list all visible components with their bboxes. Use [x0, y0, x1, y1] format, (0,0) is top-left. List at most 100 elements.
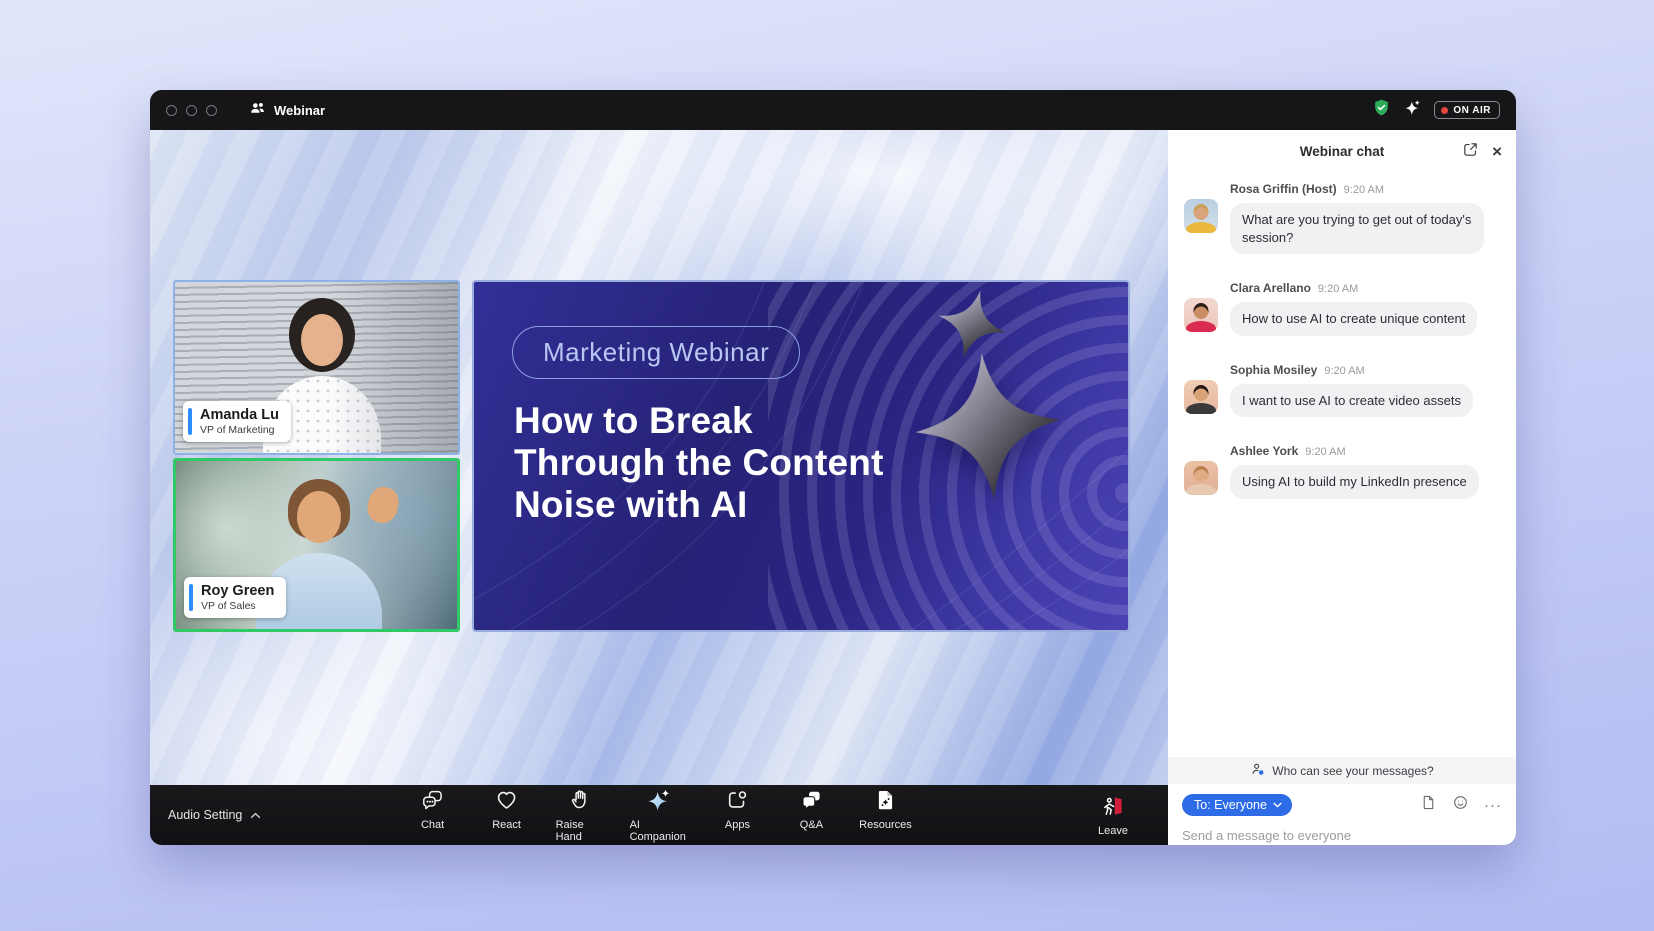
- message-time: 9:20 AM: [1305, 446, 1345, 458]
- apps-button[interactable]: Apps: [708, 786, 766, 845]
- video-stage: Amanda Lu VP of Marketing Roy Green VP o: [150, 130, 1168, 845]
- privacy-note-text: Who can see your messages?: [1272, 764, 1433, 778]
- ai-sparkle-icon[interactable]: [1404, 99, 1421, 121]
- webinar-window: Webinar ON AIR: [150, 90, 1516, 845]
- resources-label: Resources: [859, 819, 912, 831]
- desktop-background: Webinar ON AIR: [0, 0, 1654, 931]
- chat-icon: [421, 788, 445, 815]
- avatar-clara: [1184, 298, 1218, 332]
- message-input[interactable]: [1182, 816, 1502, 843]
- to-selector-label: To: Everyone: [1194, 798, 1267, 812]
- message-time: 9:20 AM: [1344, 184, 1384, 196]
- shared-presentation-slide: Marketing Webinar How to Break Through t…: [472, 280, 1130, 632]
- security-shield-icon[interactable]: [1372, 98, 1391, 122]
- raise-hand-label: Raise Hand: [556, 819, 606, 843]
- message-time: 9:20 AM: [1318, 283, 1358, 295]
- chat-label: Chat: [421, 819, 444, 831]
- chat-message: Sophia Mosiley 9:20 AM I want to use AI t…: [1184, 361, 1500, 418]
- chat-header-icons: ×: [1462, 130, 1502, 172]
- amanda-figure: [289, 298, 355, 372]
- apps-label: Apps: [725, 819, 750, 831]
- chat-message-list: Rosa Griffin (Host)9:20 AM What are you …: [1168, 172, 1516, 757]
- participant-video-roy-active[interactable]: Roy Green VP of Sales: [173, 458, 460, 632]
- popout-icon[interactable]: [1462, 141, 1479, 161]
- chat-message: Ashlee York 9:20 AM Using AI to build my …: [1184, 442, 1500, 499]
- to-everyone-selector[interactable]: To: Everyone: [1182, 794, 1292, 816]
- chat-message: Rosa Griffin (Host)9:20 AM What are you …: [1184, 180, 1500, 254]
- resources-button[interactable]: Resources: [856, 786, 914, 845]
- titlebar: Webinar ON AIR: [150, 90, 1516, 130]
- message-time: 9:20 AM: [1324, 365, 1364, 377]
- qa-label: Q&A: [800, 819, 823, 831]
- nameplate-roy: Roy Green VP of Sales: [184, 577, 286, 618]
- raise-hand-button[interactable]: Raise Hand: [552, 786, 610, 845]
- window-minimize-button[interactable]: [186, 105, 197, 116]
- sender-name: Ashlee York: [1230, 444, 1298, 458]
- window-content: Amanda Lu VP of Marketing Roy Green VP o: [150, 130, 1516, 845]
- privacy-person-icon: [1250, 761, 1266, 780]
- message-bubble[interactable]: How to use AI to create unique content: [1230, 302, 1477, 336]
- audio-setting-button[interactable]: Audio Setting: [168, 808, 261, 822]
- participant-name: Roy Green: [197, 583, 274, 599]
- participants-icon: [249, 100, 266, 120]
- leave-button[interactable]: Leave: [1098, 794, 1128, 837]
- chat-title: Webinar chat: [1300, 144, 1385, 159]
- avatar-rosa: [1184, 199, 1218, 233]
- toolbar-buttons: Chat React: [404, 786, 915, 845]
- meeting-toolbar: Audio Setting: [150, 785, 1168, 845]
- ai-companion-label: AI Companion: [630, 819, 689, 843]
- titlebar-right: ON AIR: [1372, 98, 1500, 122]
- avatar-ashlee: [1184, 461, 1218, 495]
- attach-file-icon[interactable]: [1420, 794, 1437, 816]
- heart-icon: [495, 788, 519, 815]
- chat-message: Clara Arellano 9:20 AM How to use AI to c…: [1184, 279, 1500, 336]
- audio-setting-label: Audio Setting: [168, 808, 242, 822]
- participant-role: VP of Sales: [197, 600, 274, 612]
- on-air-badge: ON AIR: [1434, 101, 1500, 119]
- more-options-icon[interactable]: ···: [1484, 798, 1502, 813]
- message-bubble[interactable]: Using AI to build my LinkedIn presence: [1230, 465, 1479, 499]
- participant-role: VP of Marketing: [196, 424, 279, 436]
- leave-label: Leave: [1098, 825, 1128, 837]
- avatar-sophia: [1184, 380, 1218, 414]
- chevron-up-icon: [250, 812, 261, 819]
- qa-icon: [799, 788, 823, 815]
- window-maximize-button[interactable]: [206, 105, 217, 116]
- react-button[interactable]: React: [478, 786, 536, 845]
- chat-button[interactable]: Chat: [404, 786, 462, 845]
- sender-name: Sophia Mosiley: [1230, 363, 1317, 377]
- nameplate-amanda: Amanda Lu VP of Marketing: [183, 401, 291, 442]
- on-air-dot: [1441, 107, 1448, 114]
- resources-icon: [873, 788, 897, 815]
- close-icon[interactable]: ×: [1492, 143, 1502, 160]
- chat-footer: Who can see your messages? To: Everyone: [1168, 757, 1516, 845]
- message-bubble[interactable]: I want to use AI to create video assets: [1230, 384, 1473, 418]
- window-close-button[interactable]: [166, 105, 177, 116]
- ai-companion-button[interactable]: AI Companion: [626, 786, 693, 845]
- participant-name: Amanda Lu: [196, 407, 279, 423]
- chat-header: Webinar chat ×: [1168, 130, 1516, 172]
- chevron-down-icon: [1273, 802, 1282, 808]
- qa-button[interactable]: Q&A: [782, 786, 840, 845]
- raise-hand-icon: [569, 788, 593, 815]
- on-air-label: ON AIR: [1453, 105, 1491, 116]
- chat-panel: Webinar chat ×: [1168, 130, 1516, 845]
- apps-icon: [725, 788, 749, 815]
- ai-companion-icon: [647, 788, 671, 815]
- slide-title: How to Break Through the Content Noise w…: [514, 400, 892, 527]
- decor-star-large: [906, 344, 1071, 509]
- emoji-icon[interactable]: [1452, 794, 1469, 816]
- window-title-group: Webinar: [249, 100, 325, 120]
- compose-area: To: Everyone: [1168, 784, 1516, 845]
- window-controls: [166, 105, 217, 116]
- compose-icons: ···: [1420, 794, 1502, 816]
- slide-badge: Marketing Webinar: [512, 326, 800, 379]
- react-label: React: [492, 819, 521, 831]
- window-title: Webinar: [274, 103, 325, 118]
- message-bubble[interactable]: What are you trying to get out of today'…: [1230, 203, 1484, 254]
- message-input-wrapper: [1182, 816, 1502, 845]
- participant-video-amanda[interactable]: Amanda Lu VP of Marketing: [173, 280, 460, 455]
- privacy-note[interactable]: Who can see your messages?: [1168, 757, 1516, 784]
- sender-name: Clara Arellano: [1230, 281, 1311, 295]
- leave-door-icon: [1101, 794, 1125, 821]
